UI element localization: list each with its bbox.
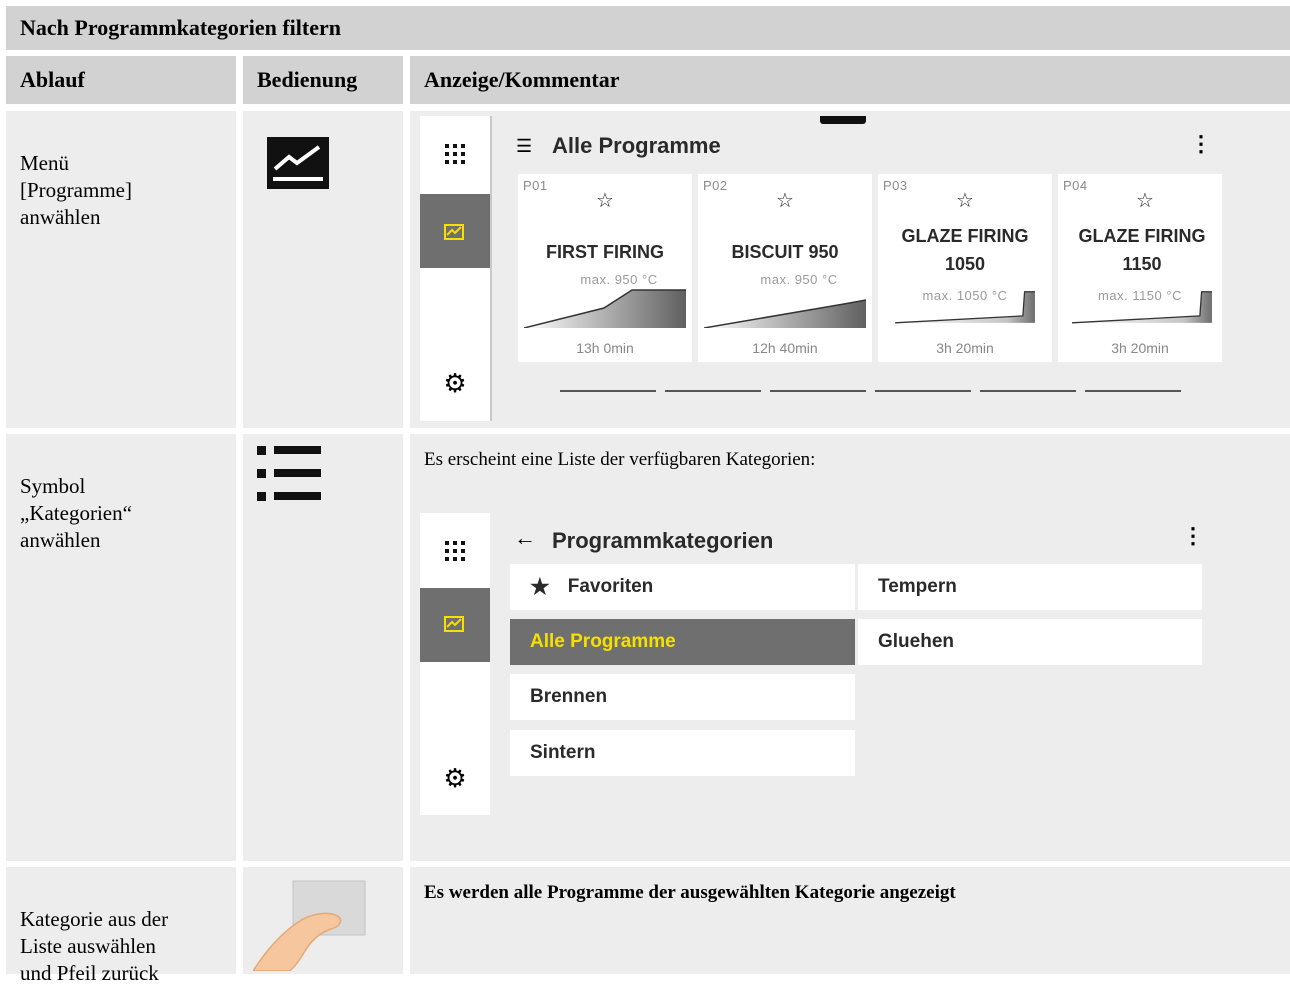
list-icon — [257, 446, 321, 501]
row2-ablauf-text: Symbol „Kategorien“ anwählen — [20, 474, 132, 552]
category-tempern[interactable]: Tempern — [858, 564, 1202, 610]
top-handle — [820, 116, 866, 124]
favorite-star-icon[interactable]: ☆ — [776, 188, 794, 213]
program-name: GLAZE FIRING 1150 — [1078, 226, 1206, 274]
settings-gear-icon[interactable]: ⚙ — [442, 765, 468, 791]
table-title: Nach Programmkategorien filtern — [6, 6, 1290, 50]
touch-icon — [253, 880, 366, 971]
programs-chart-icon — [444, 616, 464, 632]
row2-ablauf: Symbol „Kategorien“ anwählen — [6, 434, 236, 861]
program-code: P03 — [883, 178, 908, 193]
category-alle-programme[interactable]: Alle Programme — [510, 619, 855, 665]
row1-anzeige: ⚙ ☰ Alle Programme ⋮ P01 ☆ FIRST FIRING … — [410, 111, 1290, 428]
screen-title: Alle Programme — [552, 133, 721, 158]
firing-curve — [895, 291, 1035, 324]
column-header-bedienung: Bedienung — [243, 56, 403, 104]
star-filled-icon: ★ — [530, 574, 550, 599]
row3-ablauf: Kategorie aus der Liste auswählen und Pf… — [6, 867, 236, 985]
firing-curve — [704, 299, 866, 328]
category-favoriten[interactable]: ★ Favoriten — [510, 564, 855, 610]
row2-comment: Es erscheint eine Liste der verfügbaren … — [424, 449, 816, 470]
programs-screen: ⚙ ☰ Alle Programme ⋮ P01 ☆ FIRST FIRING … — [420, 116, 1238, 421]
program-name: FIRST FIRING — [546, 242, 664, 262]
row3-bedienung — [243, 867, 403, 974]
program-duration: 12h 40min — [752, 340, 818, 356]
apps-grid-icon[interactable] — [445, 144, 465, 164]
firing-curve — [524, 289, 686, 328]
row1-ablauf: Menü [Programme] anwählen — [6, 111, 236, 428]
row2-bedienung — [243, 434, 403, 861]
column-header-anzeige: Anzeige/Kommentar — [410, 56, 1290, 104]
favorite-star-icon[interactable]: ☆ — [1136, 188, 1154, 213]
program-duration: 13h 0min — [576, 340, 634, 356]
program-code: P02 — [703, 178, 728, 193]
category-label: Favoriten — [567, 576, 654, 597]
program-code: P01 — [523, 178, 548, 193]
page-dot[interactable] — [770, 390, 866, 392]
sidebar: ⚙ — [420, 116, 492, 421]
category-label: Alle Programme — [530, 631, 676, 652]
row3-ablauf-text: Kategorie aus der Liste auswählen und Pf… — [20, 907, 169, 985]
page-dot[interactable] — [560, 390, 656, 392]
category-label: Brennen — [530, 686, 608, 707]
row3-comment: Es werden alle Programme der ausgewählte… — [424, 882, 956, 903]
page-dot[interactable] — [875, 390, 971, 392]
category-label: Tempern — [878, 576, 957, 597]
more-vert-icon[interactable]: ⋮ — [1182, 523, 1204, 549]
screen-title: Programmkategorien — [552, 528, 774, 553]
table-title-text: Nach Programmkategorien filtern — [20, 15, 341, 40]
list-menu-icon[interactable]: ☰ — [516, 136, 532, 157]
settings-gear-icon[interactable]: ⚙ — [442, 370, 468, 396]
program-card[interactable]: P01 ☆ FIRST FIRING max. 950 °C 13h 0min — [518, 174, 692, 362]
page-dot[interactable] — [1085, 390, 1181, 392]
back-arrow-icon[interactable]: ← — [514, 525, 536, 551]
category-label: Sintern — [530, 742, 596, 763]
programs-chart-icon — [444, 224, 464, 240]
apps-grid-icon[interactable] — [445, 541, 465, 561]
program-duration: 3h 20min — [936, 340, 994, 356]
column-header-ablauf-label: Ablauf — [20, 67, 85, 92]
page-dot[interactable] — [980, 390, 1076, 392]
column-header-ablauf: Ablauf — [6, 56, 236, 104]
program-duration: 3h 20min — [1111, 340, 1169, 356]
program-card[interactable]: P03 ☆ GLAZE FIRING 1050 max. 1050 °C 3h … — [878, 174, 1052, 362]
categories-screen: ⚙ ← Programmkategorien ⋮ ★ Favoriten All… — [420, 513, 1228, 815]
program-name: GLAZE FIRING 1050 — [901, 226, 1029, 274]
program-card[interactable]: P02 ☆ BISCUIT 950 max. 950 °C 12h 40min — [698, 174, 872, 362]
firing-curve — [1072, 291, 1212, 324]
favorite-star-icon[interactable]: ☆ — [596, 188, 614, 213]
column-header-anzeige-label: Anzeige/Kommentar — [424, 67, 620, 92]
chart-icon — [267, 137, 329, 189]
category-sintern[interactable]: Sintern — [510, 730, 855, 776]
category-gluehen[interactable]: Gluehen — [858, 619, 1202, 665]
row2-anzeige: Es erscheint eine Liste der verfügbaren … — [410, 434, 1290, 861]
program-card[interactable]: P04 ☆ GLAZE FIRING 1150 max. 1150 °C 3h … — [1058, 174, 1222, 362]
row1-bedienung — [243, 111, 403, 428]
sidebar-item-programs[interactable] — [420, 194, 490, 268]
sidebar-item-programs[interactable] — [420, 588, 490, 662]
page-dot[interactable] — [665, 390, 761, 392]
category-label: Gluehen — [878, 631, 955, 652]
favorite-star-icon[interactable]: ☆ — [956, 188, 974, 213]
program-name: BISCUIT 950 — [731, 242, 839, 262]
more-vert-icon[interactable]: ⋮ — [1190, 131, 1212, 157]
category-brennen[interactable]: Brennen — [510, 674, 855, 720]
row1-ablauf-text: Menü [Programme] anwählen — [20, 151, 132, 229]
page-indicator — [560, 390, 1181, 394]
row3-anzeige: Es werden alle Programme der ausgewählte… — [410, 867, 1290, 974]
program-code: P04 — [1063, 178, 1088, 193]
column-header-bedienung-label: Bedienung — [257, 67, 358, 92]
sidebar: ⚙ — [420, 513, 490, 815]
